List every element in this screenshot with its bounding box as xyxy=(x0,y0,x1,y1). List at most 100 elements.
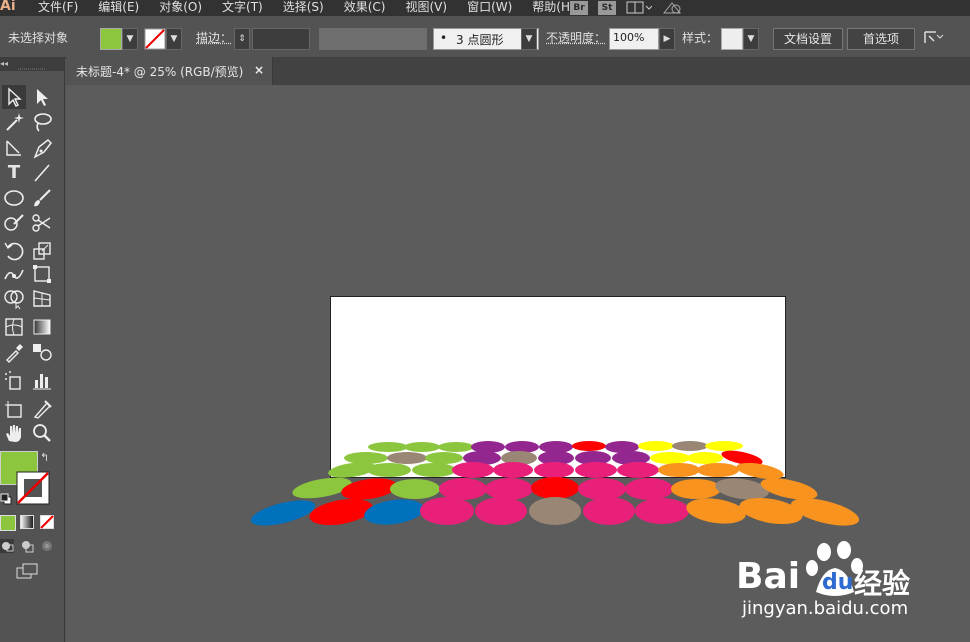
stroke-color-swatch[interactable] xyxy=(16,471,50,505)
ellipse-tool-icon[interactable] xyxy=(2,186,26,210)
gradient-tool-icon[interactable] xyxy=(30,315,54,339)
free-transform-tool-icon[interactable] xyxy=(30,262,54,286)
symbol-sprayer-tool-icon[interactable] xyxy=(2,368,26,392)
ellipse-shape[interactable] xyxy=(635,498,689,524)
ellipse-shape[interactable] xyxy=(617,462,659,478)
paintbrush-tool-icon[interactable] xyxy=(30,186,54,210)
menu-edit[interactable]: 编辑(E) xyxy=(88,0,149,16)
style-swatch[interactable] xyxy=(721,28,743,50)
slice-tool-icon[interactable] xyxy=(30,397,54,421)
width-tool-icon[interactable] xyxy=(2,262,26,286)
document-setup-button[interactable]: 文档设置 xyxy=(773,28,843,50)
eyedropper-tool-icon[interactable] xyxy=(2,340,26,364)
ellipse-shape[interactable] xyxy=(439,478,487,500)
gpu-performance-icon[interactable] xyxy=(662,1,682,15)
draw-normal-icon[interactable] xyxy=(0,539,14,553)
pen-tool-icon[interactable] xyxy=(2,137,26,161)
ellipse-shape[interactable] xyxy=(578,478,626,500)
ellipse-shape[interactable] xyxy=(671,479,721,499)
artboard-tool-icon[interactable] xyxy=(2,397,26,421)
default-fill-stroke-icon[interactable] xyxy=(0,493,12,505)
arrange-documents-icon[interactable] xyxy=(922,28,944,48)
zoom-tool-icon[interactable] xyxy=(30,421,54,445)
ellipse-shape[interactable] xyxy=(650,452,690,464)
column-graph-tool-icon[interactable] xyxy=(30,368,54,392)
bridge-button[interactable]: Br xyxy=(570,1,588,15)
menu-effect[interactable]: 效果(C) xyxy=(334,0,396,16)
ellipse-shape[interactable] xyxy=(531,477,579,499)
panel-grip[interactable]: ◂◂ xyxy=(0,57,64,71)
close-icon[interactable]: × xyxy=(254,63,264,77)
style-dropdown[interactable]: ▼ xyxy=(743,28,759,50)
ellipse-shape[interactable] xyxy=(387,452,427,464)
brush-dropdown[interactable]: ▼ xyxy=(521,28,537,50)
preferences-button[interactable]: 首选项 xyxy=(847,28,915,50)
opacity-field[interactable]: 100% xyxy=(609,28,659,50)
ellipse-shape[interactable] xyxy=(672,441,708,451)
ellipse-shape[interactable] xyxy=(404,442,440,452)
none-mode-icon[interactable] xyxy=(40,515,54,529)
ellipse-shape[interactable] xyxy=(307,495,374,530)
menu-type[interactable]: 文字(T) xyxy=(212,0,273,16)
stroke-weight-stepper[interactable]: ⇕ xyxy=(234,28,250,50)
ellipse-shape[interactable] xyxy=(493,462,533,478)
ellipse-shape[interactable] xyxy=(368,442,408,452)
ellipse-shape[interactable] xyxy=(363,496,426,528)
draw-inside-icon[interactable] xyxy=(40,539,54,553)
rotate-tool-icon[interactable] xyxy=(2,239,26,263)
ellipse-shape[interactable] xyxy=(575,462,617,478)
ellipse-shape[interactable] xyxy=(425,452,463,464)
swap-fill-stroke-icon[interactable]: ↰ xyxy=(40,451,49,464)
ellipse-shape[interactable] xyxy=(390,479,440,499)
ellipse-shape[interactable] xyxy=(697,463,739,477)
menu-file[interactable]: 文件(F) xyxy=(28,0,88,16)
scale-tool-icon[interactable] xyxy=(30,239,54,263)
direct-selection-tool-icon[interactable] xyxy=(30,85,54,109)
ellipse-shape[interactable] xyxy=(420,497,474,525)
ellipse-shape[interactable] xyxy=(471,441,505,453)
selection-tool-icon[interactable] xyxy=(2,85,26,109)
fill-swatch[interactable] xyxy=(100,28,122,50)
line-segment-tool-icon[interactable] xyxy=(30,161,54,185)
curvature-tool-icon[interactable] xyxy=(30,137,54,161)
shaper-tool-icon[interactable] xyxy=(2,211,26,235)
ellipse-shape[interactable] xyxy=(572,441,606,451)
ellipse-shape[interactable] xyxy=(340,475,398,503)
type-tool-icon[interactable]: T xyxy=(2,161,26,185)
scissors-tool-icon[interactable] xyxy=(30,211,54,235)
stroke-weight-field[interactable] xyxy=(252,28,310,50)
gradient-mode-icon[interactable] xyxy=(20,515,34,529)
stock-button[interactable]: St xyxy=(598,1,616,15)
perspective-grid-tool-icon[interactable] xyxy=(30,286,54,310)
fill-dropdown[interactable]: ▼ xyxy=(122,28,138,50)
workspace-layout-icon[interactable] xyxy=(626,1,653,15)
mesh-tool-icon[interactable] xyxy=(2,315,26,339)
ellipse-shape[interactable] xyxy=(438,442,474,452)
lasso-tool-icon[interactable] xyxy=(30,110,54,134)
draw-behind-icon[interactable] xyxy=(20,539,34,553)
color-mode-icon[interactable] xyxy=(0,515,16,531)
shape-builder-tool-icon[interactable] xyxy=(2,286,26,310)
magic-wand-tool-icon[interactable] xyxy=(2,110,26,134)
menu-select[interactable]: 选择(S) xyxy=(273,0,334,16)
screen-mode-icon[interactable] xyxy=(16,563,40,581)
stroke-swatch[interactable] xyxy=(144,28,166,50)
ellipse-shape[interactable] xyxy=(705,441,743,451)
ellipse-shape[interactable] xyxy=(687,452,723,464)
ellipse-shape[interactable] xyxy=(658,463,700,477)
ellipse-shape[interactable] xyxy=(412,463,456,477)
ellipse-shape[interactable] xyxy=(475,497,527,525)
opacity-dropdown[interactable]: ▶ xyxy=(659,28,675,50)
ellipse-shape[interactable] xyxy=(485,478,533,500)
ellipse-shape[interactable] xyxy=(685,495,748,527)
blend-tool-icon[interactable] xyxy=(30,340,54,364)
ellipse-shape[interactable] xyxy=(529,497,581,525)
ellipse-shape[interactable] xyxy=(367,463,411,477)
variable-width-profile[interactable] xyxy=(319,28,427,50)
opacity-label[interactable]: 不透明度： xyxy=(546,27,606,49)
ellipse-shape[interactable] xyxy=(344,452,388,464)
ellipse-shape[interactable] xyxy=(452,462,494,478)
hand-tool-icon[interactable] xyxy=(2,421,26,445)
menu-object[interactable]: 对象(O) xyxy=(149,0,212,16)
ellipse-shape[interactable] xyxy=(249,495,318,530)
